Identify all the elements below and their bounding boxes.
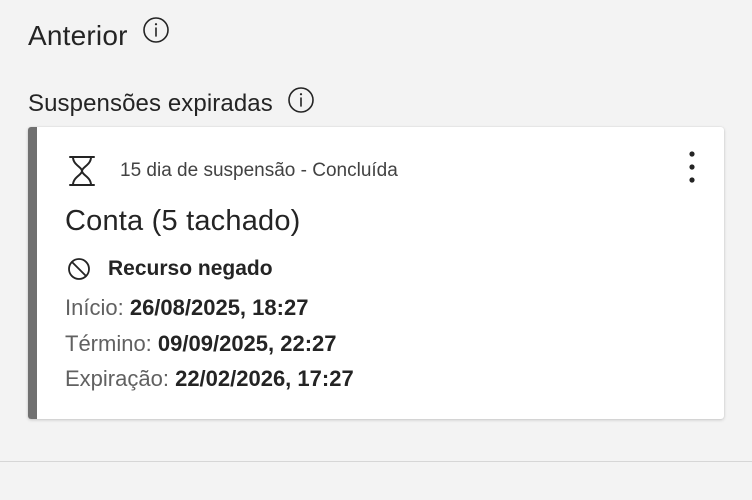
violation-title: Conta (5 tachado)	[65, 205, 301, 237]
start-date-label: Início:	[65, 295, 124, 320]
start-date-value: 26/08/2025, 18:27	[129, 295, 309, 320]
previous-section-title: Anterior	[28, 20, 128, 51]
suspension-status-row: 15 dia de suspensão - Concluída	[66, 154, 398, 188]
end-date-row: Término: 09/09/2025, 22:27	[65, 331, 337, 357]
appeal-decision-row: Recurso negado	[66, 254, 273, 284]
start-date-row: Início: 26/08/2025, 18:27	[65, 295, 308, 321]
suspension-status: 15 dia de suspensão - Concluída	[120, 160, 398, 181]
appeal-decision: Recurso negado	[108, 257, 273, 280]
card-accent-bar	[28, 127, 37, 419]
info-icon[interactable]	[287, 86, 315, 114]
expired-section-title: Suspensões expiradas	[28, 90, 273, 117]
end-date-label: Término:	[65, 331, 152, 356]
expiration-date-label: Expiração:	[65, 366, 169, 391]
hourglass-icon	[66, 154, 98, 188]
section-divider	[0, 461, 752, 462]
block-icon	[66, 256, 92, 282]
suspension-card[interactable]: 15 dia de suspensão - Concluída Conta (5…	[28, 127, 724, 419]
expired-section-heading: Suspensões expiradas	[28, 84, 315, 124]
info-icon[interactable]	[142, 16, 170, 44]
expiration-date-row: Expiração: 22/02/2026, 17:27	[65, 366, 354, 392]
expiration-date-value: 22/02/2026, 17:27	[175, 366, 354, 391]
more-vertical-icon	[688, 150, 696, 189]
end-date-value: 09/09/2025, 22:27	[157, 331, 337, 356]
more-options-button[interactable]	[678, 149, 706, 189]
previous-section-heading: Anterior	[28, 14, 170, 58]
